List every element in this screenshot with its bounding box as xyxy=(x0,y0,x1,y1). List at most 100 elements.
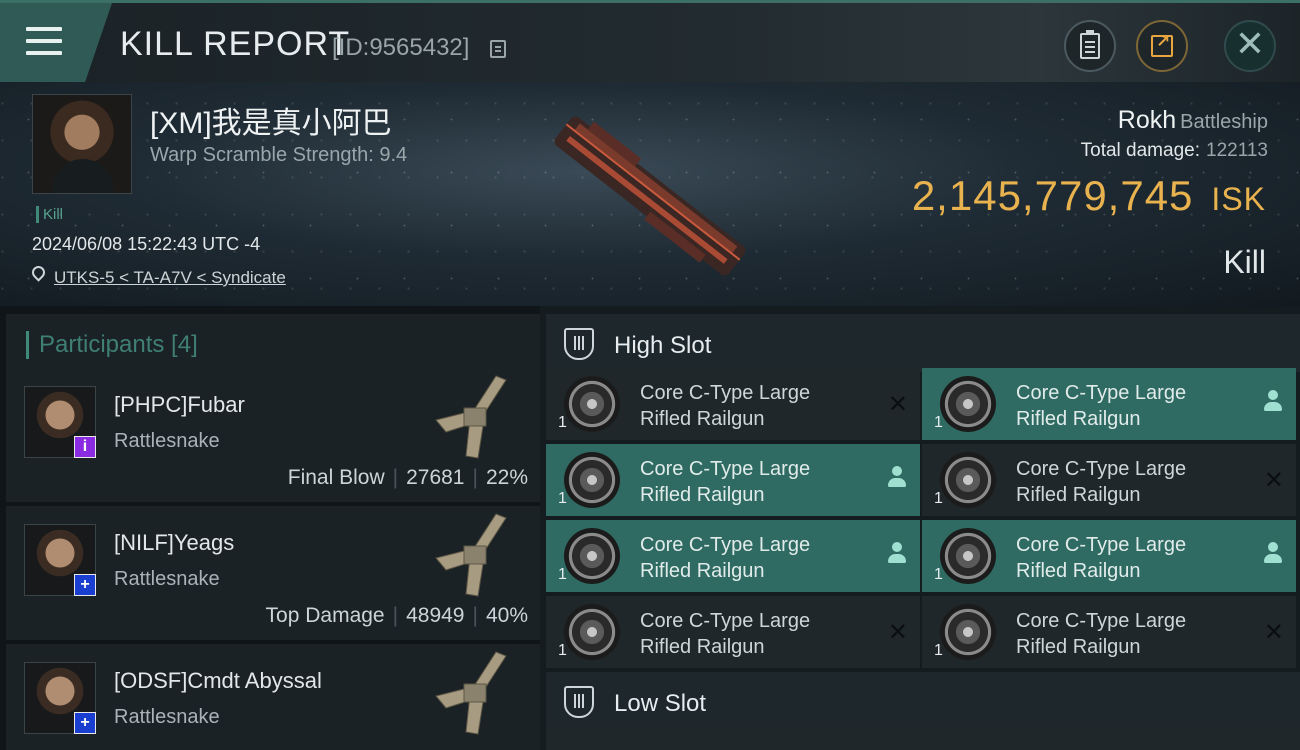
clipboard-button[interactable] xyxy=(1064,20,1116,72)
person-icon xyxy=(888,466,906,490)
location-link[interactable]: UTKS-5 < TA-A7V < Syndicate xyxy=(54,268,286,288)
module-qty: 1 xyxy=(934,566,943,583)
isk-value: 2,145,779,745 xyxy=(911,172,1194,219)
participant-ship-image xyxy=(435,375,507,459)
module-qty: 1 xyxy=(934,414,943,431)
module-qty: 1 xyxy=(558,566,567,583)
railgun-icon xyxy=(564,452,620,508)
fitting-panel: High Slot 1 Core C-Type Large Rifled Rai… xyxy=(540,306,1300,750)
victim-summary: [XM]我是真小阿巴 Warp Scramble Strength: 9.4 K… xyxy=(0,82,1300,306)
report-id: [ID:9565432] xyxy=(332,34,470,61)
victim-portrait[interactable] xyxy=(32,94,132,194)
high-slot-header: High Slot xyxy=(546,314,1300,372)
kill-datetime: 2024/06/08 15:22:43 UTC -4 xyxy=(32,234,261,254)
ship-class: Battleship xyxy=(1180,111,1268,133)
module-qty: 1 xyxy=(934,490,943,507)
railgun-icon xyxy=(940,452,996,508)
corp-badge: + xyxy=(74,712,96,734)
isk-unit: ISK xyxy=(1211,181,1266,217)
clipboard-icon xyxy=(1080,30,1100,59)
x-mark-icon: ✕ xyxy=(1263,467,1284,494)
high-slot-title: High Slot xyxy=(614,332,712,359)
railgun-icon xyxy=(940,528,996,584)
participant-role: Final Blow xyxy=(287,466,385,489)
x-mark-icon: ✕ xyxy=(887,391,908,418)
top-bar: KILL REPORT [ID:9565432] ✕ xyxy=(0,0,1300,82)
module-name: Core C-Type Large Rifled Railgun xyxy=(640,458,811,506)
module-qty: 1 xyxy=(558,490,567,507)
warp-scramble-strength: Warp Scramble Strength: 9.4 xyxy=(150,144,408,166)
close-button[interactable]: ✕ xyxy=(1224,20,1276,72)
participant-name: [NILF]Yeags xyxy=(114,530,235,555)
low-slot-title: Low Slot xyxy=(614,690,707,717)
participant-ship-image xyxy=(435,651,507,735)
railgun-icon xyxy=(564,376,620,432)
low-slot-header: Low Slot xyxy=(546,672,1300,730)
participant-percent: 40% xyxy=(485,604,528,627)
low-slot-list xyxy=(546,726,1300,750)
isk-value-row: 2,145,779,745 ISK xyxy=(912,172,1266,220)
total-damage-row: Total damage: 122113 xyxy=(1081,140,1268,162)
module-item[interactable]: 1 Core C-Type Large Rifled Railgun ✕ xyxy=(922,596,1296,668)
module-item[interactable]: 1 Core C-Type Large Rifled Railgun ✕ xyxy=(546,596,920,668)
module-item[interactable]: 1 Core C-Type Large Rifled Railgun xyxy=(922,520,1296,592)
module-name: Core C-Type Large Rifled Railgun xyxy=(640,610,811,658)
hamburger-icon xyxy=(26,27,62,63)
module-name: Core C-Type Large Rifled Railgun xyxy=(1016,382,1187,430)
module-name: Core C-Type Large Rifled Railgun xyxy=(1016,534,1187,582)
participant-row[interactable]: i [PHPC]Fubar Rattlesnake Final Blow | 276… xyxy=(6,368,540,502)
total-damage-value: 122113 xyxy=(1206,140,1268,161)
participant-role: Top Damage xyxy=(265,604,385,627)
person-icon xyxy=(1264,542,1282,566)
slot-icon xyxy=(564,328,594,360)
participants-header: Participants [4] xyxy=(6,314,540,372)
total-damage-label: Total damage: xyxy=(1080,140,1200,161)
participant-ship-image xyxy=(435,513,507,597)
ship-name[interactable]: Rokh xyxy=(1118,106,1176,134)
participant-ship: Rattlesnake xyxy=(114,568,220,590)
ship-name-row: Rokh Battleship xyxy=(1118,106,1268,135)
railgun-icon xyxy=(564,604,620,660)
share-icon xyxy=(1151,32,1173,57)
x-mark-icon: ✕ xyxy=(887,619,908,646)
module-qty: 1 xyxy=(558,642,567,659)
participant-ship: Rattlesnake xyxy=(114,430,220,452)
victim-ship-image xyxy=(554,116,746,276)
module-name: Core C-Type Large Rifled Railgun xyxy=(640,534,811,582)
railgun-icon xyxy=(940,376,996,432)
share-button[interactable] xyxy=(1136,20,1188,72)
participant-ship: Rattlesnake xyxy=(114,706,220,728)
module-item[interactable]: 1 Core C-Type Large Rifled Railgun xyxy=(546,444,920,516)
person-icon xyxy=(1264,390,1282,414)
module-item[interactable]: 1 Core C-Type Large Rifled Railgun xyxy=(546,520,920,592)
railgun-icon xyxy=(940,604,996,660)
module-qty: 1 xyxy=(558,414,567,431)
close-icon: ✕ xyxy=(1234,23,1266,64)
railgun-icon xyxy=(564,528,620,584)
participant-stats: Final Blow | 27681 | 22% xyxy=(287,466,528,489)
person-icon xyxy=(888,542,906,566)
participant-stats: Top Damage | 48949 | 40% xyxy=(265,604,528,627)
x-mark-icon: ✕ xyxy=(1263,619,1284,646)
menu-button[interactable] xyxy=(0,3,112,82)
participant-percent: 22% xyxy=(485,466,528,489)
module-item[interactable]: 1 Core C-Type Large Rifled Railgun xyxy=(922,368,1296,440)
module-qty: 1 xyxy=(934,642,943,659)
result-label: Kill xyxy=(1223,244,1266,280)
slot-icon xyxy=(564,686,594,718)
kill-tag: Kill xyxy=(36,206,63,223)
participants-title: Participants [4] xyxy=(26,331,198,359)
participant-row[interactable]: + [ODSF]Cmdt Abyssal Rattlesnake xyxy=(6,644,540,750)
participant-damage: 48949 xyxy=(406,604,465,627)
module-name: Core C-Type Large Rifled Railgun xyxy=(640,382,811,430)
module-name: Core C-Type Large Rifled Railgun xyxy=(1016,610,1187,658)
participant-name: [PHPC]Fubar xyxy=(114,392,245,417)
copy-icon[interactable] xyxy=(490,40,506,58)
module-item[interactable]: 1 Core C-Type Large Rifled Railgun ✕ xyxy=(922,444,1296,516)
victim-name[interactable]: [XM]我是真小阿巴 xyxy=(150,98,392,142)
module-item[interactable]: 1 Core C-Type Large Rifled Railgun ✕ xyxy=(546,368,920,440)
page-title: KILL REPORT xyxy=(120,25,351,63)
participant-name: [ODSF]Cmdt Abyssal xyxy=(114,668,322,693)
participant-row[interactable]: + [NILF]Yeags Rattlesnake Top Damage | 489… xyxy=(6,506,540,640)
participants-panel: Participants [4] i [PHPC]Fubar Rattlesna… xyxy=(0,306,540,750)
